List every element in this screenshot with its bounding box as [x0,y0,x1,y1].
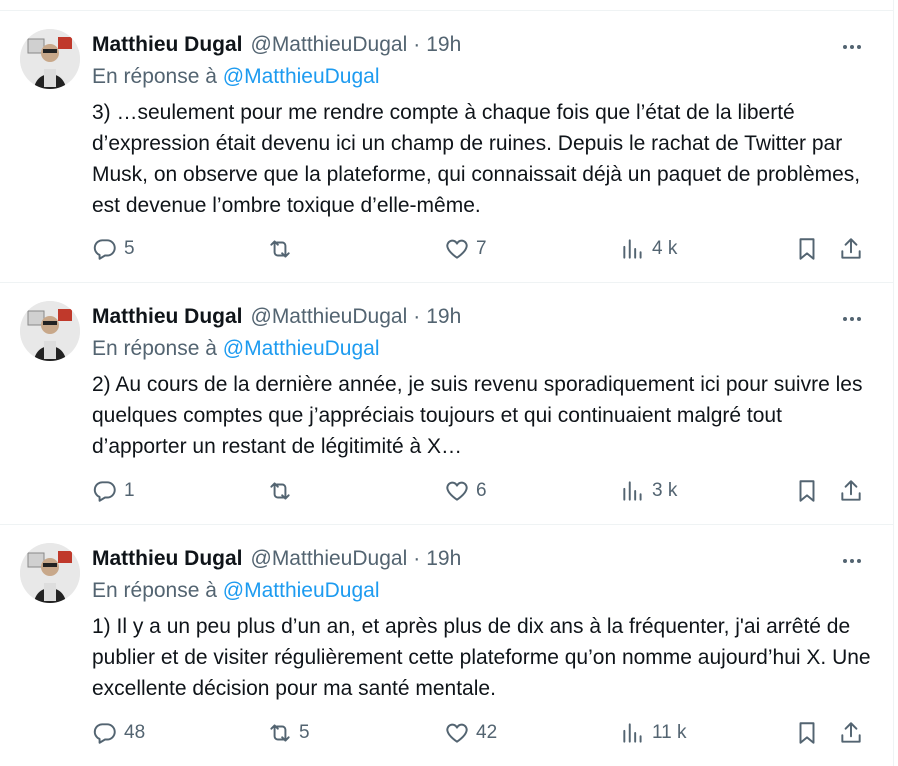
bookmark-button[interactable] [794,234,820,264]
reply-count: 5 [124,238,135,259]
timestamp[interactable]: 19h [426,547,461,571]
tweet[interactable]: Matthieu Dugal @MatthieuDugal · 19h En r… [0,525,894,766]
retweet-count: 5 [299,722,310,743]
tweet-text: 3) …seulement pour me rendre compte à ch… [92,101,861,217]
tweet-header: Matthieu Dugal @MatthieuDugal · 19h [92,31,461,59]
tweet-actions: 5 7 4 k [92,234,868,264]
like-button[interactable]: 6 [444,476,487,506]
speech-bubble-icon [93,723,116,744]
avatar[interactable] [20,301,80,361]
reply-to-link[interactable]: @MatthieuDugal [223,337,380,360]
separator-dot: · [413,547,421,570]
bookmark-button[interactable] [794,718,820,748]
bookmark-icon [799,480,815,502]
author-name[interactable]: Matthieu Dugal [92,547,243,571]
reply-prefix: En réponse à [92,337,217,360]
share-upload-icon [841,480,861,501]
tweet-actions: 1 6 3 k [92,476,868,506]
views-button[interactable]: 4 k [620,234,677,264]
author-name[interactable]: Matthieu Dugal [92,305,243,329]
share-button[interactable] [838,234,864,264]
share-button[interactable] [838,476,864,506]
more-dots-icon[interactable] [832,549,872,573]
like-count: 6 [476,480,487,501]
reply-context: En réponse à @MatthieuDugal [92,65,380,89]
like-count: 42 [476,722,498,743]
reply-context: En réponse à @MatthieuDugal [92,579,380,603]
tweet-text: 2) Au cours de la dernière année, je sui… [92,373,863,458]
bar-chart-icon [623,481,642,501]
reply-count: 1 [124,480,135,501]
tweet-header: Matthieu Dugal @MatthieuDugal · 19h [92,303,461,331]
like-count: 7 [476,238,487,259]
bar-chart-icon [623,723,642,743]
tweet[interactable]: Matthieu Dugal @MatthieuDugal · 19h En r… [0,10,894,283]
avatar[interactable] [20,29,80,89]
like-button[interactable]: 42 [444,718,497,748]
reply-to-link[interactable]: @MatthieuDugal [223,65,380,88]
speech-bubble-icon [93,481,116,502]
separator-dot: · [413,33,421,56]
tweet[interactable]: Matthieu Dugal @MatthieuDugal · 19h En r… [0,283,894,525]
retweet-button[interactable] [267,476,299,506]
timeline: Matthieu Dugal @MatthieuDugal · 19h En r… [0,0,894,766]
heart-icon [446,723,468,743]
reply-button[interactable]: 5 [92,234,135,264]
like-button[interactable]: 7 [444,234,487,264]
reply-button[interactable]: 1 [92,476,135,506]
retweet-button[interactable]: 5 [267,718,310,748]
author-handle[interactable]: @MatthieuDugal [251,305,408,329]
reply-button[interactable]: 48 [92,718,145,748]
tweet-text: 1) Il y a un peu plus d’un an, et après … [92,615,871,700]
views-count: 3 k [652,480,678,501]
speech-bubble-icon [93,239,116,260]
timestamp[interactable]: 19h [426,33,461,57]
retweet-arrows-icon [270,724,290,742]
author-name[interactable]: Matthieu Dugal [92,33,243,57]
bookmark-button[interactable] [794,476,820,506]
reply-prefix: En réponse à [92,65,217,88]
share-button[interactable] [838,718,864,748]
share-upload-icon [841,722,861,743]
heart-icon [446,239,468,259]
share-upload-icon [841,238,861,259]
retweet-arrows-icon [270,240,290,258]
heart-icon [446,481,468,501]
more-dots-icon[interactable] [832,35,872,59]
tweet-header: Matthieu Dugal @MatthieuDugal · 19h [92,545,461,573]
author-handle[interactable]: @MatthieuDugal [251,33,408,57]
bookmark-icon [799,238,815,260]
retweet-arrows-icon [270,482,290,500]
reply-to-link[interactable]: @MatthieuDugal [223,579,380,602]
author-handle[interactable]: @MatthieuDugal [251,547,408,571]
timestamp[interactable]: 19h [426,305,461,329]
separator-dot: · [413,305,421,328]
bar-chart-icon [623,239,642,259]
views-button[interactable]: 11 k [620,718,687,748]
avatar[interactable] [20,543,80,603]
reply-prefix: En réponse à [92,579,217,602]
reply-context: En réponse à @MatthieuDugal [92,337,380,361]
views-count: 4 k [652,238,678,259]
more-dots-icon[interactable] [832,307,872,331]
reply-count: 48 [124,722,146,743]
tweet-actions: 48 5 42 11 k [92,718,868,748]
views-count: 11 k [652,722,687,743]
retweet-button[interactable] [267,234,299,264]
bookmark-icon [799,722,815,744]
views-button[interactable]: 3 k [620,476,677,506]
